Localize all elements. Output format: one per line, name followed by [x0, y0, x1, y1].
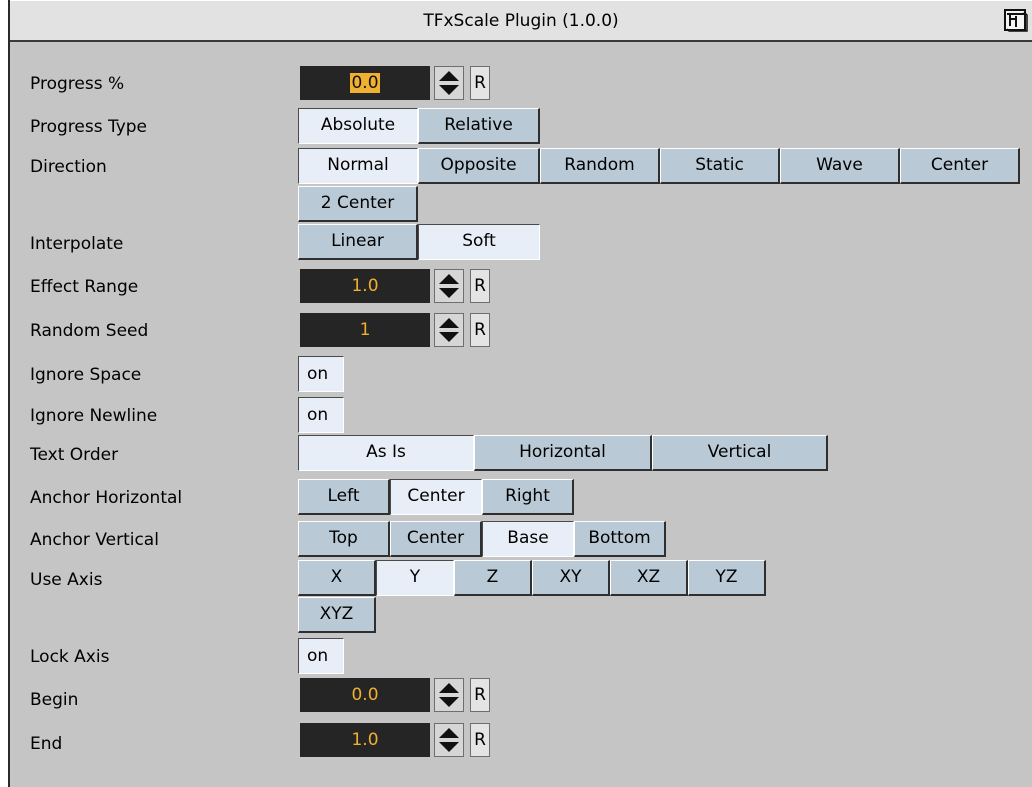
- direction-label: Direction: [30, 157, 107, 177]
- text-order-horizontal[interactable]: Horizontal: [474, 435, 652, 471]
- use-axis-y[interactable]: Y: [376, 560, 454, 596]
- end-reset-button[interactable]: R: [470, 723, 490, 757]
- end-spinner[interactable]: [434, 723, 464, 757]
- plugin-window: TFxScale Plugin (1.0.0) Progress % 0.0 R…: [8, 0, 1032, 787]
- ignore-newline-label: Ignore Newline: [30, 406, 158, 426]
- ignore-space-toggle[interactable]: on: [298, 356, 344, 392]
- title-bar: TFxScale Plugin (1.0.0): [10, 0, 1032, 42]
- progress-reset-button[interactable]: R: [470, 66, 490, 100]
- anchor-horizontal-center[interactable]: Center: [390, 479, 482, 515]
- effect-range-label: Effect Range: [30, 277, 139, 297]
- window-title: TFxScale Plugin (1.0.0): [423, 11, 619, 31]
- help-book-icon[interactable]: [1002, 7, 1032, 35]
- spinner-arrows-icon: [439, 274, 459, 298]
- lock-axis-toggle[interactable]: on: [298, 638, 344, 674]
- spinner-arrows-icon: [439, 318, 459, 342]
- direction-static[interactable]: Static: [660, 148, 780, 184]
- spinner-arrows-icon: [439, 728, 459, 752]
- use-axis-label: Use Axis: [30, 570, 103, 590]
- use-axis-z[interactable]: Z: [454, 560, 532, 596]
- text-order-label: Text Order: [30, 445, 119, 465]
- anchor-horizontal-right[interactable]: Right: [482, 479, 574, 515]
- lock-axis-label: Lock Axis: [30, 647, 110, 667]
- progress-type-relative[interactable]: Relative: [418, 108, 540, 144]
- use-axis-x[interactable]: X: [298, 560, 376, 596]
- effect-range-field[interactable]: 1.0: [300, 269, 430, 303]
- spinner-arrows-icon: [439, 683, 459, 707]
- begin-value: 0.0: [351, 685, 379, 705]
- effect-range-reset-button[interactable]: R: [470, 269, 490, 303]
- anchor-horizontal-left[interactable]: Left: [298, 479, 390, 515]
- use-axis-yz[interactable]: YZ: [688, 560, 766, 596]
- effect-range-spinner[interactable]: [434, 269, 464, 303]
- progress-field[interactable]: 0.0: [300, 66, 430, 100]
- text-order-vertical[interactable]: Vertical: [652, 435, 828, 471]
- anchor-vertical-bottom[interactable]: Bottom: [574, 521, 666, 557]
- spinner-arrows-icon: [439, 71, 459, 95]
- anchor-vertical-base[interactable]: Base: [482, 521, 574, 557]
- direction-center[interactable]: Center: [900, 148, 1020, 184]
- interpolate-soft[interactable]: Soft: [418, 224, 540, 260]
- use-axis-xyz[interactable]: XYZ: [298, 597, 376, 633]
- random-seed-value: 1: [359, 320, 371, 340]
- use-axis-xz[interactable]: XZ: [610, 560, 688, 596]
- progress-type-label: Progress Type: [30, 117, 147, 137]
- end-value: 1.0: [351, 730, 379, 750]
- direction-opposite[interactable]: Opposite: [418, 148, 540, 184]
- begin-reset-button[interactable]: R: [470, 678, 490, 712]
- begin-label: Begin: [30, 690, 79, 710]
- ignore-newline-toggle[interactable]: on: [298, 397, 344, 433]
- use-axis-xy[interactable]: XY: [532, 560, 610, 596]
- random-seed-field[interactable]: 1: [300, 313, 430, 347]
- progress-value: 0.0: [350, 73, 380, 93]
- direction-normal[interactable]: Normal: [298, 148, 418, 184]
- direction-wave[interactable]: Wave: [780, 148, 900, 184]
- begin-spinner[interactable]: [434, 678, 464, 712]
- effect-range-value: 1.0: [351, 276, 379, 296]
- anchor-vertical-top[interactable]: Top: [298, 521, 390, 557]
- random-seed-label: Random Seed: [30, 321, 149, 341]
- progress-type-absolute[interactable]: Absolute: [298, 108, 418, 144]
- ignore-space-label: Ignore Space: [30, 365, 142, 385]
- anchor-horizontal-label: Anchor Horizontal: [30, 488, 183, 508]
- anchor-vertical-label: Anchor Vertical: [30, 530, 159, 550]
- begin-field[interactable]: 0.0: [300, 678, 430, 712]
- random-seed-reset-button[interactable]: R: [470, 313, 490, 347]
- interpolate-linear[interactable]: Linear: [298, 224, 418, 260]
- progress-spinner[interactable]: [434, 66, 464, 100]
- direction-2-center[interactable]: 2 Center: [298, 186, 418, 222]
- end-field[interactable]: 1.0: [300, 723, 430, 757]
- end-label: End: [30, 734, 63, 754]
- progress-label: Progress %: [30, 74, 125, 94]
- direction-random[interactable]: Random: [540, 148, 660, 184]
- text-order-as-is[interactable]: As Is: [298, 435, 474, 471]
- interpolate-label: Interpolate: [30, 234, 124, 254]
- random-seed-spinner[interactable]: [434, 313, 464, 347]
- anchor-vertical-center[interactable]: Center: [390, 521, 482, 557]
